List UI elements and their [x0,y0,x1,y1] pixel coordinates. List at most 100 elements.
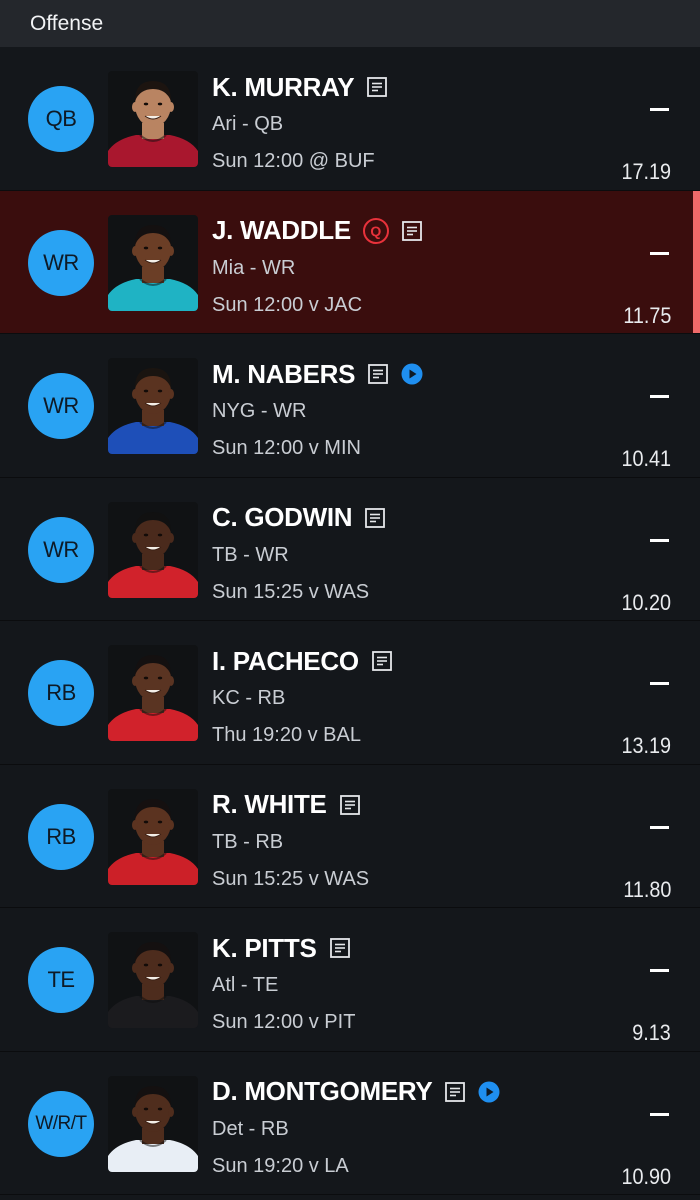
remove-player-button[interactable] [640,382,678,412]
position-badge[interactable]: TE [28,947,94,1013]
team-position: Ari - QB [212,113,284,135]
player-headshot [108,358,198,454]
team-position: Atl - TE [212,974,279,996]
player-row[interactable]: TE K. PITTS Atl - TE Sun 12:00 v PIT 9.13 [0,908,700,1052]
section-title: Offense [30,11,104,35]
position-badge[interactable]: W/R/T [28,1090,94,1157]
player-headshot [108,214,198,311]
team-position: TB - RB [212,830,284,853]
play-video-icon[interactable] [478,1081,500,1103]
player-row[interactable]: WR J. WADDLE Q Mia - WR Sun 12:00 v JAC 11.75 [0,190,700,334]
name-line: J. WADDLE Q [212,213,423,249]
projected-points: 11.80 [622,876,671,902]
projected-points: 13.19 [621,733,671,758]
player-row[interactable]: RB I. PACHECO KC - RB Thu 19:20 v BAL 13.19 [0,621,700,765]
name-line: I. PACHECO [212,643,393,679]
remove-player-button[interactable] [640,813,678,843]
player-name[interactable]: M. NABERS [212,359,356,389]
name-wrapper: M. NABERS [212,359,367,390]
notes-icon[interactable] [444,1081,466,1103]
remove-player-button[interactable] [640,95,678,125]
player-headshot [108,932,198,1028]
player-info: J. WADDLE Q Mia - WR Sun 12:00 v JAC [212,213,423,320]
notes-icon[interactable] [366,76,388,98]
game-info: Sun 12:00 v PIT [212,1011,356,1033]
notes-icon[interactable] [371,650,393,672]
projected-points: 17.19 [621,159,671,184]
remove-player-button[interactable] [640,1100,678,1130]
player-name[interactable]: R. WHITE [212,789,327,819]
name-line: R. WHITE [212,787,369,823]
player-icons [339,794,361,816]
notes-icon[interactable] [329,937,351,959]
minus-icon [650,251,669,255]
player-info: I. PACHECO KC - RB Thu 19:20 v BAL [212,643,393,750]
name-wrapper: J. WADDLE [212,215,363,246]
game-info: Sun 15:25 v WAS [212,580,370,603]
player-name[interactable]: K. MURRAY [212,72,355,102]
name-wrapper: C. GODWIN [212,502,364,533]
position-badge[interactable]: WR [28,229,94,296]
position-badge[interactable]: RB [28,803,94,870]
player-row[interactable]: RB R. WHITE TB - RB Sun 15:25 v WAS 11.80 [0,765,700,908]
team-position: Mia - WR [212,256,296,279]
player-icons [367,363,423,385]
player-name[interactable]: I. PACHECO [212,646,359,676]
player-headshot [108,71,198,167]
section-header: Offense [0,0,700,47]
player-row[interactable]: WR C. GODWIN TB - WR Sun 15:25 v WAS 10.20 [0,478,700,621]
remove-player-button[interactable] [640,239,678,269]
minus-icon [650,108,669,111]
name-wrapper: K. PITTS [212,933,329,964]
player-name[interactable]: C. GODWIN [212,502,353,532]
player-name[interactable]: K. PITTS [212,933,317,963]
player-info: D. MONTGOMERY Det - RB Sun 19:20 v LA [212,1074,500,1181]
questionable-badge: Q [362,217,389,244]
name-line: K. MURRAY [212,69,388,105]
player-info: K. MURRAY Ari - QB Sun 12:00 @ BUF [212,69,388,176]
position-badge[interactable]: QB [28,86,94,152]
team-position: Det - RB [212,1117,289,1140]
game-info: Sun 12:00 @ BUF [212,150,375,172]
minus-icon [650,825,669,829]
position-badge[interactable]: WR [28,516,94,583]
projected-points: 10.90 [621,1163,671,1189]
projected-points: 11.75 [622,302,671,328]
player-icons [364,507,386,529]
player-headshot [108,788,198,885]
play-video-icon[interactable] [401,363,423,385]
game-info: Sun 19:20 v LA [212,1154,349,1177]
team-position: TB - WR [212,543,289,566]
player-row[interactable]: WR M. NABERS NYG - WR Sun 12:00 v MIN 10.41 [0,334,700,478]
projected-points: 10.20 [621,589,671,615]
game-info: Sun 15:25 v WAS [212,867,370,890]
name-line: K. PITTS [212,930,355,966]
notes-icon[interactable] [367,363,389,385]
projected-points: 9.13 [632,1020,671,1045]
player-name[interactable]: J. WADDLE [212,215,351,245]
player-row[interactable]: QB K. MURRAY Ari - QB Sun 12:00 @ BUF 17.19 [0,47,700,191]
remove-player-button[interactable] [640,669,678,699]
name-wrapper: I. PACHECO [212,646,371,677]
name-wrapper: K. MURRAY [212,72,366,103]
remove-player-button[interactable] [640,526,678,556]
position-badge[interactable]: WR [28,373,94,439]
player-info: R. WHITE TB - RB Sun 15:25 v WAS [212,787,369,894]
minus-icon [650,682,669,685]
remove-player-button[interactable] [640,956,678,986]
notes-icon[interactable] [339,794,361,816]
team-position: KC - RB [212,687,286,709]
notes-icon[interactable] [364,507,386,529]
name-line: D. MONTGOMERY [212,1074,500,1110]
game-info: Sun 12:00 v JAC [212,293,363,316]
player-name[interactable]: D. MONTGOMERY [212,1076,433,1106]
player-row[interactable]: W/R/T D. MONTGOMERY Det - RB Sun 19:20 v LA… [0,1052,700,1195]
name-wrapper: R. WHITE [212,789,339,820]
player-headshot [108,645,198,741]
position-badge[interactable]: RB [28,660,94,726]
name-line: C. GODWIN [212,500,386,536]
player-list: QB K. MURRAY Ari - QB Sun 12:00 @ BUF 17.19 … [0,47,700,1195]
name-line: M. NABERS [212,356,423,392]
minus-icon [650,969,669,972]
notes-icon[interactable] [401,220,423,242]
